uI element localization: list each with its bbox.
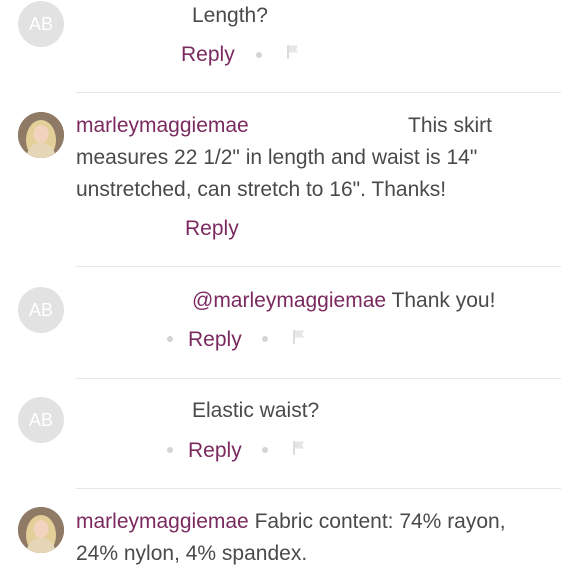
avatar[interactable]	[18, 507, 64, 553]
avatar[interactable]: AB	[18, 1, 64, 47]
reply-button[interactable]: Reply	[188, 438, 242, 464]
mention-link[interactable]: @marleymaggiemae	[192, 289, 386, 312]
separator-dot-icon	[167, 336, 173, 342]
divider	[76, 92, 561, 93]
comment-text: marleymaggiemae Fabric content: 74% rayo…	[76, 509, 506, 535]
comment-body: Thank you!	[391, 289, 496, 312]
user-photo-icon	[18, 112, 64, 158]
separator-dot-icon	[262, 336, 268, 342]
username-link[interactable]: marleymaggiemae	[76, 114, 249, 137]
avatar[interactable]: AB	[18, 287, 64, 333]
comment-header: marleymaggiemae	[76, 113, 249, 139]
separator-dot-icon	[262, 447, 268, 453]
flag-icon[interactable]	[292, 329, 306, 345]
reply-button[interactable]: Reply	[185, 216, 239, 242]
comment-text: measures 22 1/2" in length and waist is …	[76, 146, 478, 169]
comment-text: @marleymaggiemae Thank you!	[192, 288, 495, 314]
username-link[interactable]: marleymaggiemae	[76, 510, 249, 533]
comment-body: Fabric content: 74% rayon,	[254, 510, 506, 533]
separator-dot-icon	[167, 447, 173, 453]
comment-text: Length?	[192, 4, 268, 27]
flag-icon[interactable]	[286, 44, 300, 60]
comment-text: This skirt	[408, 114, 492, 137]
user-photo-icon	[18, 507, 64, 553]
comment-text: unstretched, can stretch to 16". Thanks!	[76, 178, 447, 201]
comment-text: Elastic waist?	[192, 399, 320, 422]
avatar[interactable]: AB	[18, 397, 64, 443]
divider	[76, 266, 561, 267]
divider	[76, 488, 561, 489]
divider	[76, 378, 561, 379]
reply-button[interactable]: Reply	[181, 42, 235, 68]
flag-icon[interactable]	[292, 440, 306, 456]
avatar[interactable]	[18, 112, 64, 158]
reply-button[interactable]: Reply	[188, 327, 242, 353]
comment-text: 24% nylon, 4% spandex.	[76, 542, 308, 565]
separator-dot-icon	[256, 52, 262, 58]
